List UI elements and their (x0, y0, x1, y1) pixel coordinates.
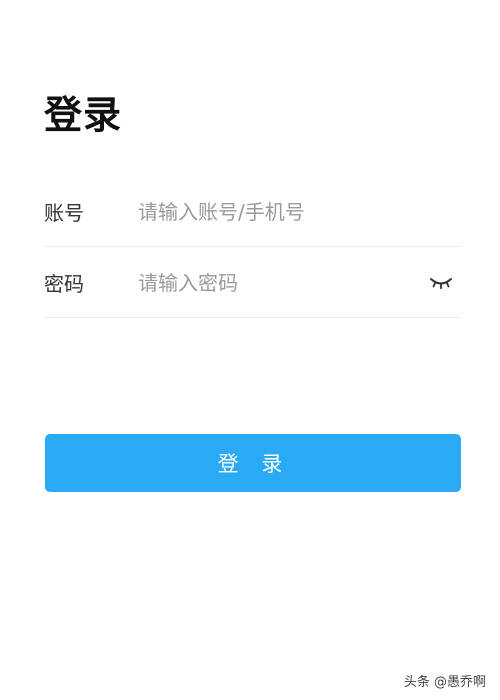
login-screen: 登录 账号 密码 登 录 头条 @愚乔啊 (0, 0, 500, 700)
password-input[interactable] (138, 262, 427, 303)
password-label: 密码 (44, 272, 84, 296)
page-title: 登录 (44, 93, 123, 137)
password-field-row: 密码 (44, 248, 461, 318)
login-button[interactable]: 登 录 (45, 434, 461, 492)
account-field-row: 账号 (44, 177, 461, 247)
eye-closed-icon[interactable] (427, 272, 455, 294)
watermark: 头条 @愚乔啊 (403, 675, 486, 690)
account-input[interactable] (138, 191, 461, 232)
account-label: 账号 (44, 201, 84, 225)
